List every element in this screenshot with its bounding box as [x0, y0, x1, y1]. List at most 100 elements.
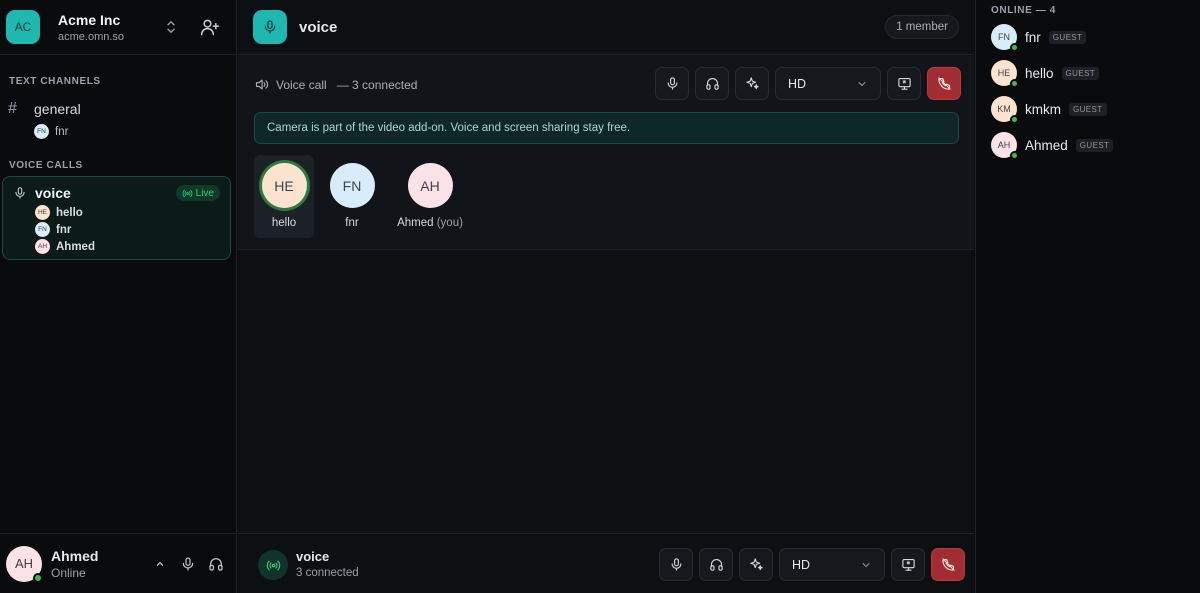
role-badge: GUEST [1048, 30, 1087, 44]
phone-off-icon [937, 77, 951, 90]
voice-channel-active[interactable]: voice Live HE hello FN fnr AH Ahmed [2, 176, 231, 260]
chevron-down-icon [858, 81, 866, 86]
chevron-up-down-icon[interactable] [162, 18, 180, 36]
user-panel: AH Ahmed Online [0, 533, 236, 593]
call-panel: Voice call — 3 connected HD Camera is pa… [238, 56, 974, 250]
add-user-icon[interactable] [200, 17, 220, 37]
quality-value: HD [788, 76, 807, 91]
mute-button[interactable] [659, 548, 693, 581]
microphone-icon [253, 10, 287, 44]
avatar: AH [407, 163, 453, 208]
noise-suppression-button[interactable] [735, 67, 769, 100]
workspace-header[interactable]: AC Acme Inc acme.omn.so [0, 0, 236, 55]
member-name: hello [56, 206, 83, 219]
participant-name-text: Ahmed [397, 217, 434, 229]
participant-tile[interactable]: FN fnr [322, 155, 382, 238]
voice-member[interactable]: HE hello [35, 205, 83, 220]
member-count-pill[interactable]: 1 member [885, 15, 959, 39]
workspace-logo: AC [6, 10, 40, 44]
speaker-icon [255, 79, 269, 90]
member-item[interactable]: HE hello GUEST [991, 60, 1100, 88]
participant-tile[interactable]: HE hello [254, 155, 314, 238]
screen-share-icon [897, 77, 911, 90]
broadcast-icon [258, 550, 288, 580]
call-status-text: voice 3 connected [296, 549, 359, 579]
main-area: voice 1 member Voice call — 3 connected … [238, 0, 974, 593]
screen-share-button[interactable] [891, 548, 925, 581]
sparkles-icon [745, 77, 759, 90]
online-status-dot [1010, 79, 1019, 88]
member-item[interactable]: FN fnr GUEST [991, 24, 1087, 52]
avatar: FN [991, 24, 1019, 52]
call-status-bar: voice 3 connected HD [238, 533, 974, 593]
quality-select[interactable]: HD [775, 67, 881, 100]
footer-call-controls: HD [659, 548, 965, 581]
user-status: Online [51, 565, 86, 580]
sidebar: AC Acme Inc acme.omn.so TEXT CHANNELS # … [0, 0, 237, 593]
role-badge: GUEST [1075, 138, 1114, 152]
avatar: HE [261, 163, 307, 208]
call-connected-count: 3 connected [296, 567, 359, 579]
headphones-icon[interactable] [208, 556, 224, 572]
participant-name: fnr [345, 217, 358, 229]
member-name: fnr [56, 223, 72, 236]
microphone-icon [671, 558, 681, 571]
avatar-initials: AH [997, 140, 1011, 150]
channel-general[interactable]: # general [8, 100, 81, 118]
microphone-icon [13, 186, 27, 200]
screen-share-button[interactable] [887, 67, 921, 100]
chevron-up-icon[interactable] [152, 556, 168, 572]
quality-select[interactable]: HD [779, 548, 885, 581]
member-name: fnr [1025, 29, 1041, 45]
channel-member[interactable]: FN fnr [34, 124, 68, 139]
headphones-icon [709, 559, 723, 571]
microphone-icon[interactable] [180, 556, 196, 572]
avatar[interactable]: AH [6, 545, 43, 583]
leave-call-button[interactable] [931, 548, 965, 581]
avatar: FN [34, 124, 49, 139]
member-item[interactable]: AH Ahmed GUEST [991, 132, 1114, 160]
avatar: HE [991, 60, 1019, 88]
workspace-domain: acme.omn.so [58, 30, 125, 43]
you-label: (you) [436, 217, 463, 229]
member-name: kmkm [1025, 101, 1061, 117]
deafen-button[interactable] [695, 67, 729, 100]
leave-call-button[interactable] [927, 67, 961, 100]
call-controls: HD [655, 67, 961, 100]
avatar-initials: FN [998, 32, 1010, 42]
chevron-down-icon [862, 562, 870, 567]
avatar: AH [991, 132, 1019, 160]
screen-share-icon [901, 558, 915, 571]
avatar: HE [35, 205, 50, 220]
microphone-icon [667, 77, 677, 90]
participant-tile[interactable]: AH Ahmed (you) [397, 155, 463, 238]
deafen-button[interactable] [699, 548, 733, 581]
member-item[interactable]: KM kmkm GUEST [991, 96, 1107, 124]
participant-name-text: fnr [345, 217, 359, 229]
user-info: Ahmed Online [51, 548, 152, 580]
avatar: KM [991, 96, 1019, 124]
call-type: Voice call [276, 77, 327, 92]
sparkles-icon [749, 558, 763, 571]
online-heading: ONLINE — 4 [991, 5, 1056, 16]
member-name: fnr [55, 125, 69, 138]
participant-name-text: hello [271, 217, 297, 229]
noise-suppression-button[interactable] [739, 548, 773, 581]
role-badge: GUEST [1061, 66, 1100, 80]
voice-member[interactable]: FN fnr [35, 222, 71, 237]
online-status-dot [33, 572, 43, 583]
quality-value: HD [792, 557, 811, 572]
connected-count: — 3 connected [336, 77, 418, 92]
avatar-initials: KM [997, 104, 1011, 114]
workspace-name: Acme Inc [58, 11, 121, 28]
channel-header: voice 1 member [238, 0, 974, 55]
avatar-initials: AH [14, 556, 34, 571]
hash-icon: # [8, 100, 17, 117]
call-channel-name: voice [296, 549, 330, 564]
voice-channel-name: voice [35, 185, 71, 201]
mute-button[interactable] [655, 67, 689, 100]
live-label: Live [195, 187, 214, 199]
voice-member[interactable]: AH Ahmed [35, 239, 95, 254]
video-addon-notice: Camera is part of the video add-on. Voic… [254, 112, 959, 144]
member-name: Ahmed [1025, 137, 1068, 153]
